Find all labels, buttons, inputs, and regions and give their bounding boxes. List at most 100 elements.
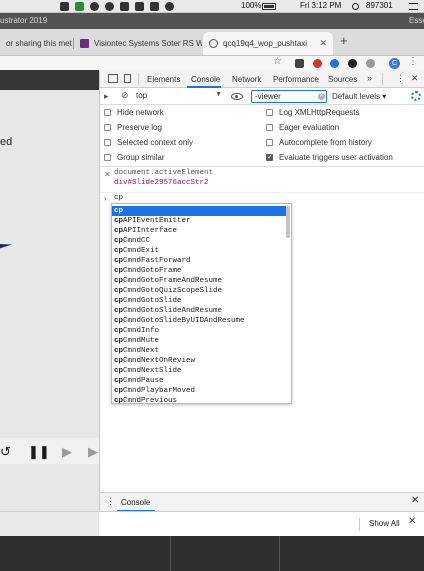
close-drawer-icon[interactable]: ✕ bbox=[411, 495, 419, 506]
checkbox-checked[interactable] bbox=[266, 153, 273, 161]
log-levels-dropdown[interactable]: Default levels ▾ bbox=[332, 92, 386, 101]
menu-bar-count[interactable]: 897301 bbox=[366, 1, 393, 10]
browser-tab[interactable]: or sharing this met ✕ bbox=[0, 32, 72, 55]
autocomplete-item[interactable]: cpCmndInfo bbox=[112, 326, 286, 336]
more-tabs-icon[interactable]: » bbox=[367, 73, 372, 83]
drawer-tab-console[interactable]: Console bbox=[121, 498, 150, 507]
show-all-downloads-button[interactable]: Show All bbox=[365, 516, 404, 531]
status-icon[interactable] bbox=[75, 2, 84, 11]
autocomplete-item[interactable]: cpAPIInterface bbox=[112, 226, 286, 236]
option-selected-context-only[interactable]: Selected context only bbox=[104, 138, 193, 147]
console-input[interactable]: cp bbox=[114, 194, 123, 202]
tab-network[interactable]: Network bbox=[232, 75, 261, 84]
console-filter-input[interactable] bbox=[251, 90, 327, 103]
bookmark-star-icon[interactable]: ☆ bbox=[273, 56, 282, 67]
option-evaluate-triggers-user-activation[interactable]: Evaluate triggers user activation bbox=[266, 153, 393, 162]
autocomplete-item[interactable]: cpCmndGotoQuizScopeSlide bbox=[112, 286, 286, 296]
checkbox[interactable] bbox=[266, 124, 273, 131]
option-autocomplete-from-history[interactable]: Autocomplete from history bbox=[266, 138, 372, 147]
checkbox[interactable] bbox=[104, 124, 111, 131]
browser-menu-icon[interactable]: ⋮ bbox=[408, 56, 418, 67]
autocomplete-scrollbar[interactable] bbox=[286, 206, 290, 238]
globe-icon bbox=[209, 39, 218, 48]
inspect-element-icon[interactable] bbox=[108, 74, 118, 83]
new-tab-button[interactable]: + bbox=[340, 33, 348, 48]
autocomplete-item[interactable]: cpCmndGotoFrameAndResume bbox=[112, 276, 286, 286]
autocomplete-item[interactable]: cpCmndNextSlide bbox=[112, 366, 286, 376]
browser-tab[interactable]: Visiontec Systems Soter RS W ✕ bbox=[74, 32, 202, 55]
spotlight-search-icon[interactable] bbox=[352, 3, 359, 10]
autocomplete-item[interactable]: cpCmndPlaybarMoved bbox=[112, 386, 286, 396]
browser-tab-active[interactable]: qcq19q4_wop_pushtaxi ✕ bbox=[203, 32, 333, 55]
autocomplete-item[interactable]: cpCmndMute bbox=[112, 336, 286, 346]
extension-icon[interactable] bbox=[330, 59, 339, 68]
status-icon[interactable] bbox=[120, 2, 129, 11]
forward-icon[interactable]: ▶ bbox=[88, 444, 98, 460]
status-icon[interactable] bbox=[105, 2, 114, 11]
close-devtools-icon[interactable]: ✕ bbox=[411, 73, 419, 84]
autocomplete-match-prefix: cp bbox=[114, 347, 124, 355]
autocomplete-suffix: CmndGotoSlideByUIDAndResume bbox=[123, 317, 245, 325]
battery-icon[interactable] bbox=[262, 3, 276, 10]
checkbox[interactable] bbox=[266, 109, 273, 116]
console-prompt[interactable]: › cp bbox=[100, 192, 424, 203]
checkbox[interactable] bbox=[266, 139, 273, 146]
option-eager-evaluation[interactable]: Eager evaluation bbox=[266, 123, 339, 132]
autocomplete-item[interactable]: cpCmndNext bbox=[112, 346, 286, 356]
console-output[interactable]: ✕ document.activeElement div#Slide29576a… bbox=[100, 167, 424, 496]
extension-icon[interactable] bbox=[295, 59, 304, 68]
checkbox[interactable] bbox=[104, 154, 111, 161]
autocomplete-suffix: CmndGotoQuizScopeSlide bbox=[123, 287, 223, 295]
autocomplete-item[interactable]: cpCmndFastForward bbox=[112, 256, 286, 266]
devtools-menu-icon[interactable]: ⋮ bbox=[396, 73, 405, 84]
close-tab-icon[interactable]: ✕ bbox=[315, 38, 327, 49]
status-icon[interactable] bbox=[90, 2, 99, 11]
status-icon[interactable] bbox=[150, 2, 159, 11]
pause-icon[interactable]: ❚❚ bbox=[28, 444, 50, 460]
autocomplete-item[interactable]: cpAPIEventEmitter bbox=[112, 216, 286, 226]
profile-avatar[interactable]: C bbox=[389, 58, 400, 69]
autocomplete-item[interactable]: cpCmndGotoSlide bbox=[112, 296, 286, 306]
clear-filter-icon[interactable]: ✕ bbox=[318, 93, 325, 100]
autocomplete-item[interactable]: cpCmndNextOnReview bbox=[112, 356, 286, 366]
autocomplete-item[interactable]: cpCmndPrevious bbox=[112, 396, 286, 403]
tab-console[interactable]: Console bbox=[191, 75, 220, 84]
extension-icon[interactable] bbox=[366, 59, 375, 68]
sidebar-toggle-icon[interactable]: ▸ bbox=[104, 91, 109, 102]
autocomplete-item[interactable]: cpCmndGotoFrame bbox=[112, 266, 286, 276]
option-preserve-log[interactable]: Preserve log bbox=[104, 123, 162, 132]
notification-center-icon[interactable] bbox=[409, 3, 418, 10]
autocomplete-item[interactable]: cpCmndGotoSlideAndResume bbox=[112, 306, 286, 316]
option-hide-network[interactable]: Hide network bbox=[104, 108, 164, 117]
autocomplete-item[interactable]: cpCmndExit bbox=[112, 246, 286, 256]
autocomplete-item[interactable]: cpCmndGotoSlideByUIDAndResume bbox=[112, 316, 286, 326]
checkbox[interactable] bbox=[104, 109, 111, 116]
option-log-xmlhttprequests[interactable]: Log XMLHttpRequests bbox=[266, 108, 360, 117]
console-result[interactable]: div#Slide29576accStr2 bbox=[114, 179, 209, 187]
live-expression-eye-icon[interactable] bbox=[231, 93, 243, 100]
autocomplete-dropdown[interactable]: cp cpAPIEventEmitter cpAPIInterface cpCmndC… bbox=[111, 203, 292, 404]
tab-elements[interactable]: Elements bbox=[147, 75, 180, 84]
menu-bar-clock[interactable]: Fri 3:12 PM bbox=[300, 1, 341, 10]
checkbox[interactable] bbox=[104, 139, 111, 146]
option-group-similar[interactable]: Group similar bbox=[104, 153, 165, 162]
autocomplete-item[interactable]: cpCmndCC bbox=[112, 236, 286, 246]
console-settings-gear-icon[interactable] bbox=[411, 91, 421, 101]
status-icon[interactable] bbox=[135, 2, 144, 11]
close-download-bar-icon[interactable]: ✕ bbox=[408, 516, 416, 527]
wifi-icon[interactable] bbox=[165, 2, 174, 11]
remove-expression-icon[interactable]: ✕ bbox=[104, 170, 111, 179]
extension-icon[interactable] bbox=[313, 59, 322, 68]
drawer-menu-icon[interactable]: ⋮ bbox=[106, 496, 115, 507]
device-toolbar-icon[interactable] bbox=[124, 74, 131, 83]
status-icon[interactable] bbox=[60, 2, 69, 11]
autocomplete-item[interactable]: cp bbox=[112, 206, 286, 216]
extension-icon[interactable] bbox=[348, 59, 357, 68]
tab-sources[interactable]: Sources bbox=[328, 75, 357, 84]
autocomplete-item[interactable]: cpCmndPause bbox=[112, 376, 286, 386]
rewind-icon[interactable]: ↺ bbox=[0, 444, 11, 460]
context-selector[interactable]: top ▼ bbox=[136, 91, 222, 102]
tab-performance[interactable]: Performance bbox=[273, 75, 319, 84]
clear-console-icon[interactable]: ⊘ bbox=[121, 90, 129, 101]
play-icon[interactable]: ▶ bbox=[62, 444, 72, 460]
